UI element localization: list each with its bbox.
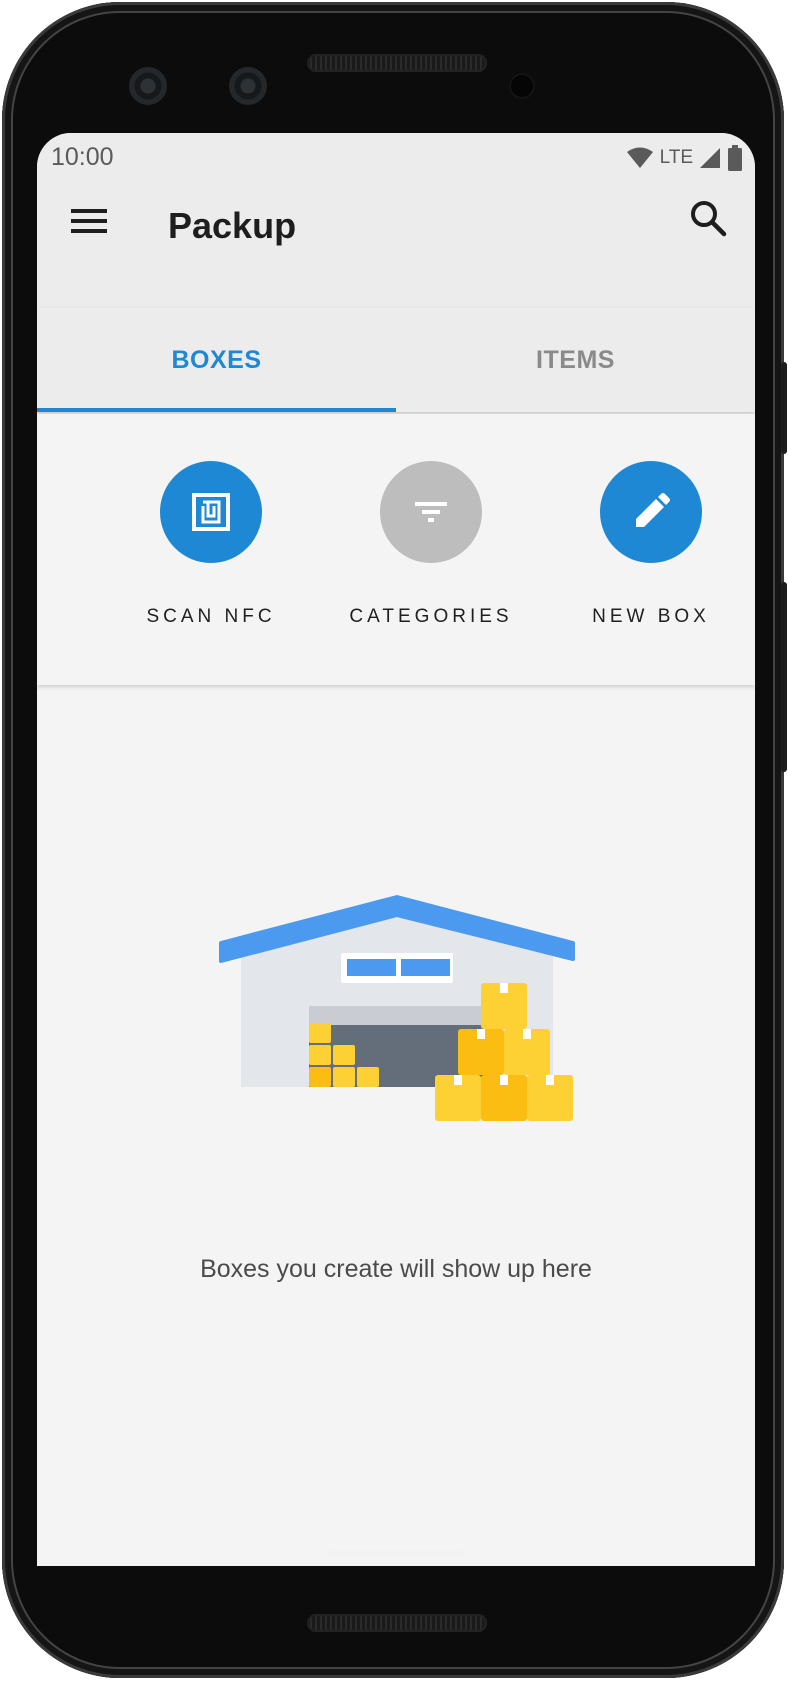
categories-label: CATEGORIES [349, 606, 513, 627]
pencil-icon [636, 493, 670, 527]
earpiece-speaker [307, 54, 487, 72]
app-bar: Packup [37, 183, 755, 308]
battery-icon [728, 145, 742, 171]
app-title: Packup [168, 205, 297, 246]
new-box-button[interactable] [600, 461, 702, 563]
tab-items[interactable]: ITEMS [396, 308, 755, 412]
empty-state-message: Boxes you create will show up here [200, 1255, 592, 1283]
signal-icon [700, 148, 720, 168]
network-type-label: LTE [659, 147, 693, 168]
new-box-label: NEW BOX [592, 606, 710, 627]
actions-panel: SCAN NFC CATEGORIES NEW BOX [37, 414, 755, 685]
scan-nfc-label: SCAN NFC [146, 606, 276, 627]
status-bar: 10:00 LTE [37, 133, 755, 183]
scan-nfc-button[interactable] [160, 461, 262, 563]
bottom-speaker [307, 1614, 487, 1632]
front-camera-left [129, 67, 167, 105]
power-button [781, 362, 787, 454]
status-icons: LTE [626, 143, 743, 173]
tab-boxes[interactable]: BOXES [37, 308, 396, 412]
nfc-icon [192, 493, 230, 531]
scan-nfc-action[interactable]: SCAN NFC [101, 414, 321, 685]
menu-icon[interactable] [71, 203, 107, 239]
proximity-sensor [509, 73, 535, 99]
selected-tab-indicator [37, 408, 396, 412]
home-gesture-bar[interactable] [330, 1550, 462, 1555]
categories-action[interactable]: CATEGORIES [321, 414, 541, 685]
search-icon[interactable] [689, 199, 729, 239]
volume-button [781, 582, 787, 772]
phone-frame: 10:00 LTE Packup BOXES ITEMS SCAN NFC CA… [2, 2, 787, 1678]
wifi-icon [626, 147, 653, 168]
new-box-action[interactable]: NEW BOX [541, 414, 755, 685]
status-time: 10:00 [51, 143, 114, 171]
tab-bar: BOXES ITEMS [37, 308, 755, 412]
filter-icon [415, 502, 447, 522]
categories-button[interactable] [380, 461, 482, 563]
front-camera-right [229, 67, 267, 105]
screen: 10:00 LTE Packup BOXES ITEMS SCAN NFC CA… [37, 133, 755, 1566]
warehouse-illustration [219, 895, 575, 1121]
